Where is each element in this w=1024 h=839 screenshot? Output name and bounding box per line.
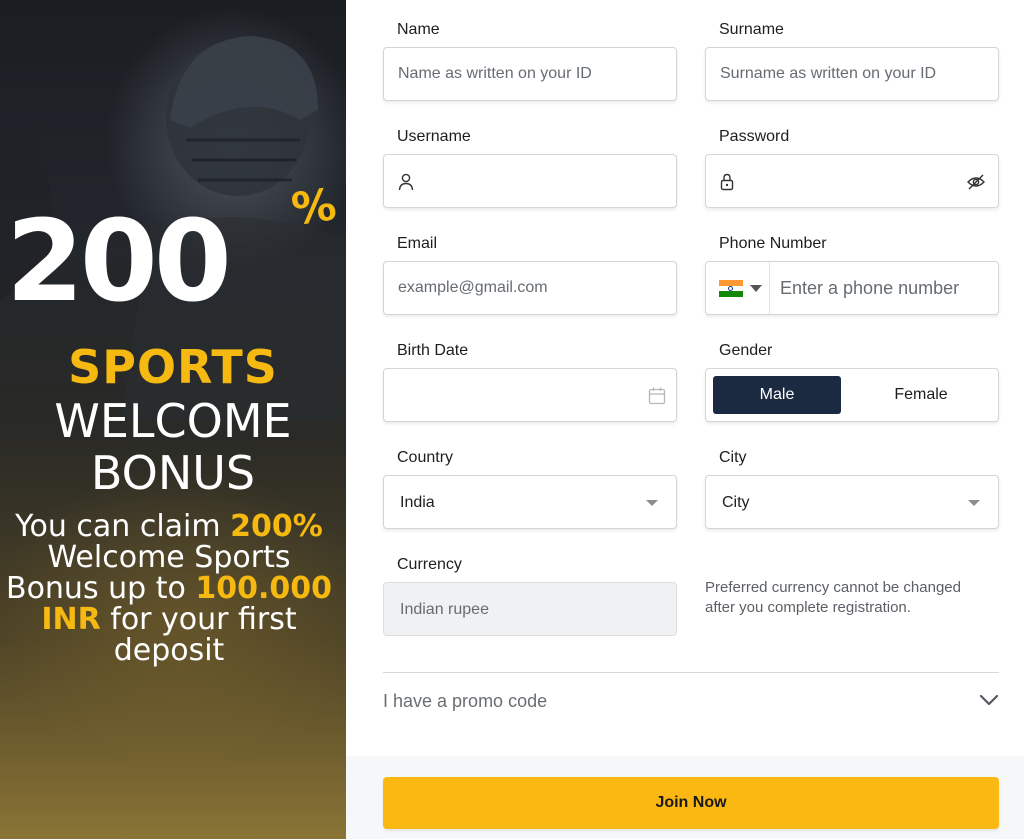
surname-input[interactable] (706, 48, 998, 100)
promo-code-label: I have a promo code (383, 691, 548, 711)
country-code-selector[interactable] (706, 262, 770, 314)
calendar-icon[interactable] (648, 387, 666, 405)
banner-bonus-title: BONUS (90, 446, 256, 500)
bonus-percent-number: 200 (6, 197, 232, 327)
banner-text-part1: You can claim (15, 509, 231, 544)
currency-label: Currency (397, 556, 462, 573)
email-label: Email (397, 235, 438, 252)
city-select[interactable]: City (705, 475, 999, 529)
birth-date-input[interactable] (384, 369, 676, 421)
currency-select-disabled: Indian rupee (383, 582, 677, 636)
chevron-down-icon (979, 694, 999, 706)
phone-field-box (705, 261, 999, 315)
chevron-down-icon (968, 500, 980, 506)
email-input[interactable] (384, 262, 676, 314)
country-select-value: India (400, 494, 435, 511)
promo-code-toggle[interactable]: I have a promo code (383, 673, 999, 729)
phone-input[interactable] (772, 262, 998, 314)
name-label: Name (397, 21, 440, 38)
gender-toggle: Male Female (705, 368, 999, 422)
city-select-value: City (722, 494, 750, 511)
name-field-box (383, 47, 677, 101)
user-icon (398, 173, 414, 191)
gender-female-button[interactable]: Female (851, 376, 991, 414)
banner-welcome-title: WELCOME (54, 394, 292, 448)
banner-text-highlight-percent: 200% (230, 509, 323, 544)
chevron-down-icon (750, 285, 762, 292)
banner-sports-title: SPORTS (68, 340, 278, 394)
lock-icon (720, 173, 734, 191)
phone-input-wrap (772, 262, 998, 314)
banner-description: You can claim 200% Welcome Sports Bonus … (0, 511, 338, 666)
country-label: Country (397, 449, 454, 466)
eye-off-icon[interactable] (966, 173, 986, 191)
chevron-down-icon (646, 500, 658, 506)
india-flag-icon (719, 280, 743, 297)
join-now-button[interactable]: Join Now (383, 777, 999, 829)
currency-note: Preferred currency cannot be changed aft… (705, 579, 961, 616)
surname-field-box (705, 47, 999, 101)
gender-male-button[interactable]: Male (713, 376, 841, 414)
password-label: Password (719, 128, 790, 145)
phone-label: Phone Number (719, 235, 827, 252)
username-field-box (383, 154, 677, 208)
promo-banner: 200 % SPORTS WELCOME BONUS You can claim… (0, 0, 346, 839)
city-label: City (719, 449, 747, 466)
password-field-box (705, 154, 999, 208)
bonus-percent-sign: % (288, 179, 340, 236)
username-input[interactable] (384, 155, 676, 207)
gender-label: Gender (719, 342, 773, 359)
username-label: Username (397, 128, 471, 145)
email-field-box (383, 261, 677, 315)
surname-label: Surname (719, 21, 784, 38)
birth-date-label: Birth Date (397, 342, 469, 359)
banner-text-part3: for your first deposit (100, 602, 297, 668)
currency-value: Indian rupee (400, 601, 489, 618)
name-input[interactable] (384, 48, 676, 100)
birth-date-field-box (383, 368, 677, 422)
registration-form: Name Surname Username Password Email Pho… (346, 0, 1024, 839)
password-input[interactable] (706, 155, 998, 207)
country-select[interactable]: India (383, 475, 677, 529)
